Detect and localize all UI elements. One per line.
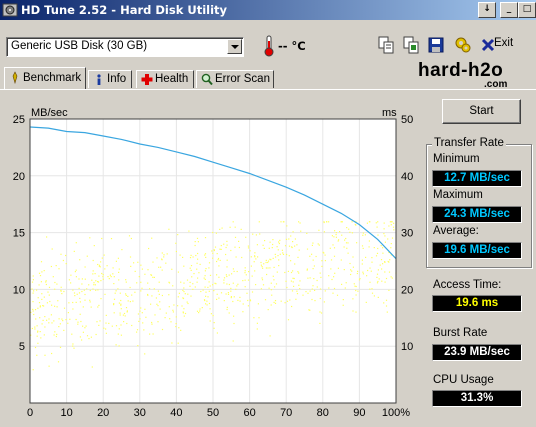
rollup-button[interactable]: ↓ [478,2,496,18]
access-time-label: Access Time: [433,279,502,291]
minimum-label: Minimum [433,153,480,165]
temperature-readout: -- °C [278,39,306,53]
access-time-value: 19.6 ms [432,295,522,312]
maximize-button[interactable]: □ [518,2,536,18]
tab-info[interactable]: Info [88,70,132,88]
copy-text-icon[interactable] [376,35,396,55]
tab-benchmark-label: Benchmark [23,72,82,84]
tab-benchmark[interactable]: Benchmark [4,67,86,89]
app-icon [2,3,18,17]
minimum-value: 12.7 MB/sec [432,170,522,187]
title-bar: HD Tune 2.52 - Hard Disk Utility ↓ _ □ [0,0,536,20]
minimize-button[interactable]: _ [500,2,518,18]
burst-rate-value: 23.9 MB/sec [432,344,522,361]
error-scan-icon [201,73,213,86]
tab-info-label: Info [107,73,127,85]
start-button[interactable]: Start [442,99,521,124]
drive-select-value: Generic USB Disk (30 GB) [11,40,148,52]
save-icon[interactable] [426,35,446,55]
exit-button[interactable]: Exit [494,37,513,49]
average-label: Average: [433,225,479,237]
maximum-label: Maximum [433,189,483,201]
tab-health[interactable]: Health [136,70,194,88]
thermometer-icon [264,35,274,57]
health-icon [141,74,153,85]
tab-error-scan[interactable]: Error Scan [196,70,274,88]
info-icon [97,74,101,85]
drive-select[interactable]: Generic USB Disk (30 GB) [6,37,244,57]
options-icon[interactable] [453,35,473,55]
tab-health-label: Health [155,73,189,85]
exit-label: Exit [494,37,514,49]
copy-screenshot-icon[interactable] [401,35,421,55]
average-value: 19.6 MB/sec [432,242,522,259]
cpu-usage-value: 31.3% [432,390,522,407]
chevron-down-icon[interactable] [227,39,242,54]
transfer-rate-label: Transfer Rate [432,137,506,149]
cpu-usage-label: CPU Usage [433,374,494,386]
window-title: HD Tune 2.52 - Hard Disk Utility [21,3,228,17]
benchmark-icon [12,71,18,84]
tab-error-scan-label: Error Scan [215,73,270,85]
maximum-value: 24.3 MB/sec [432,206,522,223]
burst-rate-label: Burst Rate [433,327,488,339]
